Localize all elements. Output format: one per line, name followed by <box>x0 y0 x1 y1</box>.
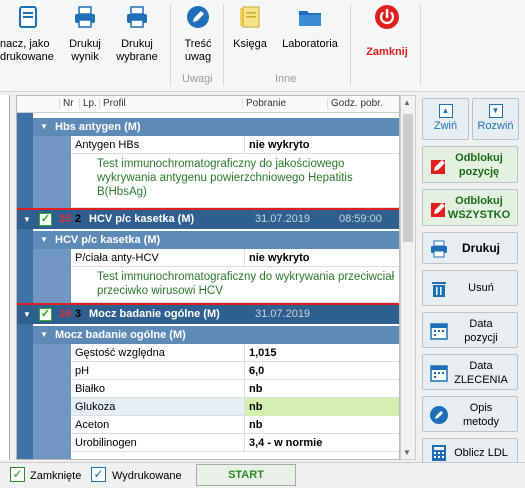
entry-time: 08:59:00 <box>339 213 382 225</box>
printed-label: Wydrukowane <box>112 470 182 482</box>
entry-nr: 16 <box>59 308 72 320</box>
pencil-icon <box>187 6 209 28</box>
printed-checkbox[interactable]: ✓ <box>91 467 106 482</box>
vertical-scrollbar[interactable]: ▲ ▼ <box>400 95 416 460</box>
mark-as-printed-button[interactable]: nacz, jako drukowane <box>0 4 56 64</box>
result-row[interactable]: pH 6,0 <box>71 362 399 380</box>
collapse-triangle-icon[interactable]: ▼ <box>23 305 31 324</box>
expand-button[interactable]: ▼ Rozwiń <box>472 98 519 140</box>
col-header-nr[interactable]: Nr <box>59 98 74 109</box>
order-entry-row[interactable]: ▼ ✓ 16 3 Mocz badanie ogólne (M) 31.07.2… <box>17 305 399 324</box>
scroll-up-icon[interactable]: ▲ <box>403 98 411 107</box>
scroll-down-icon[interactable]: ▼ <box>403 448 411 457</box>
result-row[interactable]: P/ciała anty-HCV nie wykryto <box>71 249 399 267</box>
order-date-button[interactable]: Data ZLECENIA <box>422 354 518 390</box>
profile-subheader[interactable]: ▼ Mocz badanie ogólne (M) <box>33 326 399 344</box>
result-row[interactable]: Aceton nb <box>71 416 399 434</box>
printer-icon <box>127 6 147 28</box>
position-date-button[interactable]: Data pozycji <box>422 312 518 348</box>
calculator-icon <box>432 445 446 461</box>
method-description: Test immunochromatograficzny do jakościo… <box>71 154 399 208</box>
entry-date: 31.07.2019 <box>255 308 311 320</box>
ribbon-separator <box>420 4 421 86</box>
unlock-position-button[interactable]: Odblokuj pozycję <box>422 146 518 183</box>
unlock-edit-icon <box>431 203 445 217</box>
ribbon-toolbar: nacz, jako drukowane Drukuj wynik Drukuj… <box>0 0 525 92</box>
entry-profile: Mocz badanie ogólne (M) <box>89 308 220 320</box>
calendar-icon <box>430 323 448 340</box>
collapse-triangle-icon[interactable]: ▼ <box>23 210 31 229</box>
result-row-selected[interactable]: Glukoza nb <box>71 398 399 416</box>
col-header-profile[interactable]: Profil <box>99 98 126 109</box>
left-pane <box>0 95 10 460</box>
printer-icon <box>431 240 447 258</box>
status-bar: ✓ Zamknięte ✓ Wydrukowane START <box>0 462 525 488</box>
entry-lp: 2 <box>75 213 82 225</box>
collapse-triangle-icon[interactable]: ▼ <box>40 231 48 249</box>
group-label-other: Inne <box>275 73 297 85</box>
calendar-icon <box>430 365 448 382</box>
print-selected-button[interactable]: Drukuj wybrane <box>114 4 160 64</box>
ribbon-separator <box>350 4 351 86</box>
col-header-collection[interactable]: Pobranie <box>242 98 286 109</box>
close-button[interactable]: Zamknij <box>358 4 416 59</box>
edit-circle-icon <box>430 406 448 424</box>
profile-subheader[interactable]: ▼ HCV p/c kasetka (M) <box>33 231 399 249</box>
unlock-edit-icon <box>431 160 445 174</box>
unlock-all-button[interactable]: Odblokuj WSZYSTKO <box>422 189 518 226</box>
entry-profile: HCV p/c kasetka (M) <box>89 213 195 225</box>
collapse-triangle-icon[interactable]: ▼ <box>40 118 48 136</box>
entry-lp: 3 <box>75 308 82 320</box>
result-row[interactable]: Białko nb <box>71 380 399 398</box>
sub-indent <box>33 136 71 208</box>
method-description-button[interactable]: Opis metody <box>422 396 518 432</box>
entry-checkbox[interactable]: ✓ <box>39 308 52 321</box>
printer-icon <box>75 6 95 28</box>
col-header-lp[interactable]: Lp. <box>79 98 97 109</box>
closed-checkbox[interactable]: ✓ <box>10 467 25 482</box>
notes-content-button[interactable]: Treść uwag <box>178 4 218 64</box>
group-indent <box>17 113 33 459</box>
grid-header: Nr Lp. Profil Pobranie Godz. pobr. <box>17 96 399 113</box>
arrow-down-icon: ▼ <box>488 104 503 118</box>
group-label-notes: Uwagi <box>182 73 213 85</box>
results-grid: Nr Lp. Profil Pobranie Godz. pobr. ▼ Hbs… <box>16 95 400 460</box>
result-row[interactable]: Gęstość względna 1,015 <box>71 344 399 362</box>
method-description: Test immunochromatograficzny do wykrywan… <box>71 267 399 303</box>
folder-icon <box>299 11 321 26</box>
sub-indent <box>33 344 71 459</box>
entry-nr: 15 <box>59 213 72 225</box>
ribbon-separator <box>223 4 224 86</box>
book-button[interactable]: Księga <box>232 4 268 51</box>
printer-mark-icon <box>19 6 37 28</box>
collapse-button[interactable]: ▲ Zwiń <box>422 98 469 140</box>
print-button[interactable]: Drukuj <box>422 232 518 264</box>
closed-label: Zamknięte <box>30 470 82 482</box>
order-entry-row[interactable]: ▼ ✓ 15 2 HCV p/c kasetka (M) 31.07.2019 … <box>17 210 399 229</box>
col-header-collection-time[interactable]: Godz. pobr. <box>327 98 383 109</box>
power-icon <box>375 5 399 29</box>
profile-subheader[interactable]: ▼ Hbs antygen (M) <box>33 118 399 136</box>
scroll-thumb[interactable] <box>403 114 413 242</box>
start-button[interactable]: START <box>196 464 296 486</box>
book-icon <box>240 6 260 28</box>
result-row[interactable]: Urobilinogen 3,4 - w normie <box>71 434 399 452</box>
trash-icon <box>432 282 446 297</box>
ribbon-separator <box>170 4 171 86</box>
sub-indent <box>33 249 71 303</box>
print-result-button[interactable]: Drukuj wynik <box>64 4 106 64</box>
arrow-up-icon: ▲ <box>438 104 453 118</box>
collapse-triangle-icon[interactable]: ▼ <box>40 326 48 344</box>
result-row[interactable]: Antygen HBs nie wykryto <box>71 136 399 154</box>
laboratories-button[interactable]: Laboratoria <box>280 4 340 51</box>
entry-checkbox[interactable]: ✓ <box>39 213 52 226</box>
delete-button[interactable]: Usuń <box>422 270 518 306</box>
entry-date: 31.07.2019 <box>255 213 311 225</box>
